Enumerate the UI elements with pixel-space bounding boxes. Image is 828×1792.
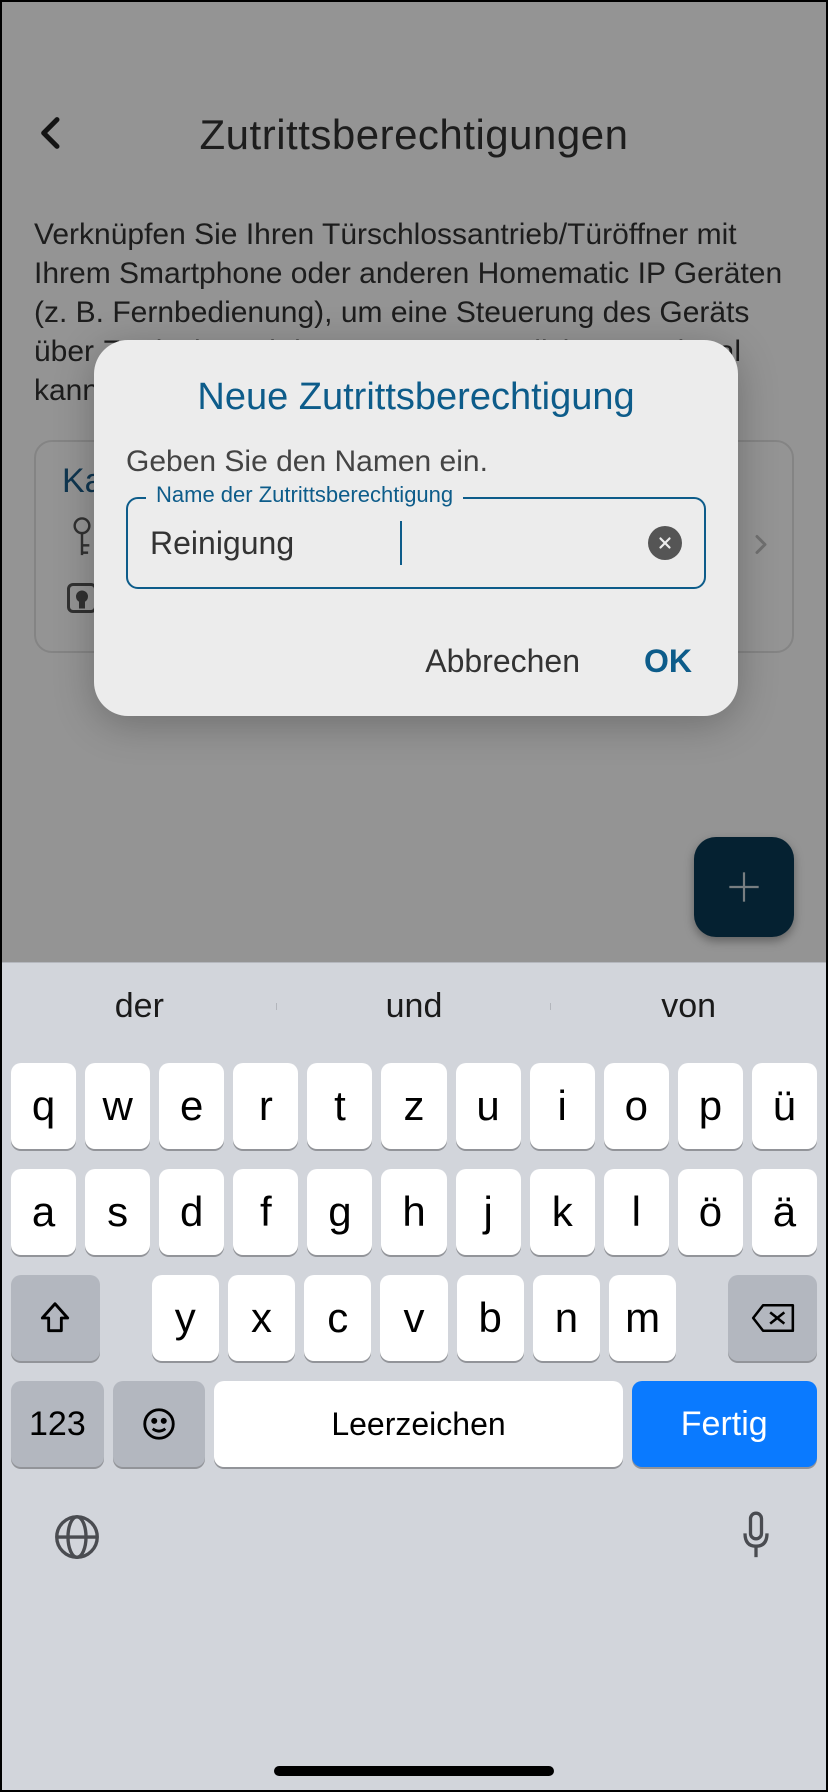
new-permission-dialog: Neue Zutrittsberechtigung Geben Sie den … [94,340,738,716]
cancel-button[interactable]: Abbrechen [425,643,580,680]
key-s[interactable]: s [85,1169,150,1255]
key-h[interactable]: h [381,1169,446,1255]
key-o[interactable]: o [604,1063,669,1149]
suggestion[interactable]: und [277,987,552,1026]
keyboard: der und von qwertzuiopü asdfghjklöä yxcv… [2,962,826,1790]
key-ö[interactable]: ö [678,1169,743,1255]
key-b[interactable]: b [457,1275,524,1361]
key-k[interactable]: k [530,1169,595,1255]
space-key[interactable]: Leerzeichen [214,1381,622,1467]
key-i[interactable]: i [530,1063,595,1149]
suggestion[interactable]: von [551,987,826,1026]
mic-icon[interactable] [734,1509,778,1570]
dialog-subtitle: Geben Sie den Namen ein. [126,445,706,479]
key-x[interactable]: x [228,1275,295,1361]
ok-button[interactable]: OK [644,643,692,680]
key-ä[interactable]: ä [752,1169,817,1255]
key-r[interactable]: r [233,1063,298,1149]
key-c[interactable]: c [304,1275,371,1361]
done-key[interactable]: Fertig [632,1381,817,1467]
key-u[interactable]: u [456,1063,521,1149]
clear-input-button[interactable] [648,526,682,560]
name-field[interactable]: Reinigung [126,497,706,589]
key-g[interactable]: g [307,1169,372,1255]
key-y[interactable]: y [152,1275,219,1361]
key-ü[interactable]: ü [752,1063,817,1149]
dialog-title: Neue Zutrittsberechtigung [126,376,706,419]
globe-icon[interactable] [50,1510,104,1569]
key-d[interactable]: d [159,1169,224,1255]
key-q[interactable]: q [11,1063,76,1149]
key-n[interactable]: n [533,1275,600,1361]
backspace-key[interactable] [728,1275,817,1361]
name-input[interactable]: Reinigung [150,525,396,562]
shift-key[interactable] [11,1275,100,1361]
key-e[interactable]: e [159,1063,224,1149]
field-label: Name der Zutrittsberechtigung [146,482,463,508]
key-f[interactable]: f [233,1169,298,1255]
key-w[interactable]: w [85,1063,150,1149]
key-p[interactable]: p [678,1063,743,1149]
emoji-key[interactable] [113,1381,206,1467]
key-m[interactable]: m [609,1275,676,1361]
suggestion[interactable]: der [2,987,277,1026]
key-a[interactable]: a [11,1169,76,1255]
home-indicator [274,1766,554,1776]
key-l[interactable]: l [604,1169,669,1255]
key-j[interactable]: j [456,1169,521,1255]
numbers-key[interactable]: 123 [11,1381,104,1467]
key-z[interactable]: z [381,1063,446,1149]
key-v[interactable]: v [380,1275,447,1361]
key-t[interactable]: t [307,1063,372,1149]
